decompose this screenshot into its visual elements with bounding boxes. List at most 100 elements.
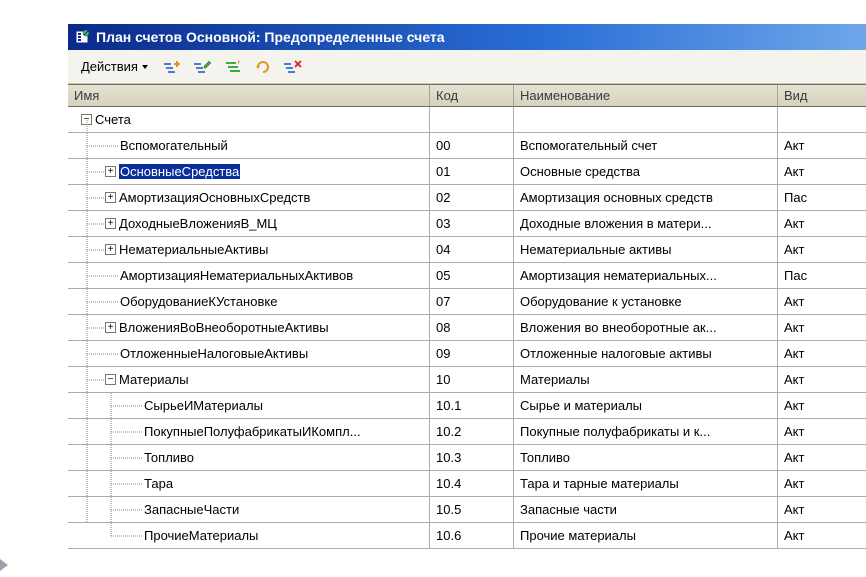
cell-desc: Запасные части	[514, 497, 778, 522]
expand-icon[interactable]: +	[105, 192, 116, 203]
table-row[interactable]: +ДоходныеВложенияВ_МЦ03Доходные вложения…	[68, 211, 866, 237]
cell-type: Акт	[778, 211, 866, 236]
cell-name: +НематериальныеАктивы	[68, 237, 430, 262]
cell-desc: Вспомогательный счет	[514, 133, 778, 158]
table-row[interactable]: АмортизацияНематериальныхАктивов05Аморти…	[68, 263, 866, 289]
collapse-icon[interactable]: −	[105, 374, 116, 385]
table-row[interactable]: −Материалы10МатериалыАкт	[68, 367, 866, 393]
cell-name: −Материалы	[68, 367, 430, 392]
tree-node-label[interactable]: Тара	[144, 476, 173, 491]
tree-node-label[interactable]: ДоходныеВложенияВ_МЦ	[119, 216, 277, 231]
expand-icon[interactable]: +	[105, 218, 116, 229]
tree-node-label[interactable]: ОтложенныеНалоговыеАктивы	[120, 346, 308, 361]
cell-desc: Материалы	[514, 367, 778, 392]
cell-code: 03	[430, 211, 514, 236]
cell-desc: Тара и тарные материалы	[514, 471, 778, 496]
titlebar: План счетов Основной: Предопределенные с…	[68, 24, 866, 50]
tree-node-label[interactable]: НематериальныеАктивы	[119, 242, 268, 257]
cell-name: Топливо	[68, 445, 430, 470]
expand-icon[interactable]: +	[105, 244, 116, 255]
cell-desc: Основные средства	[514, 159, 778, 184]
expand-icon[interactable]: +	[105, 166, 116, 177]
table-row[interactable]: СырьеИМатериалы10.1Сырье и материалыАкт	[68, 393, 866, 419]
cell-type: Акт	[778, 393, 866, 418]
cell-name: +ВложенияВоВнеоборотныеАктивы	[68, 315, 430, 340]
collapse-icon[interactable]: −	[81, 114, 92, 125]
table-row[interactable]: +НематериальныеАктивы04Нематериальные ак…	[68, 237, 866, 263]
tree-node-label[interactable]: Счета	[95, 112, 131, 127]
cell-code: 10	[430, 367, 514, 392]
table-row[interactable]: +АмортизацияОсновныхСредств02Амортизация…	[68, 185, 866, 211]
table-row[interactable]: ПокупныеПолуфабрикатыИКомпл...10.2Покупн…	[68, 419, 866, 445]
cell-name: ЗапасныеЧасти	[68, 497, 430, 522]
grid-body: −СчетаВспомогательный00Вспомогательный с…	[68, 107, 866, 549]
window-title: План счетов Основной: Предопределенные с…	[96, 29, 445, 45]
table-row[interactable]: ЗапасныеЧасти10.5Запасные частиАкт	[68, 497, 866, 523]
tree-node-label[interactable]: ВложенияВоВнеоборотныеАктивы	[119, 320, 329, 335]
tree-node-label[interactable]: Материалы	[119, 372, 189, 387]
refresh-icon[interactable]	[251, 55, 275, 79]
add-item-icon[interactable]	[161, 55, 185, 79]
table-row[interactable]: ОтложенныеНалоговыеАктивы09Отложенные на…	[68, 341, 866, 367]
tree-node-label[interactable]: Вспомогательный	[120, 138, 228, 153]
table-row[interactable]: −Счета	[68, 107, 866, 133]
add-group-icon[interactable]	[221, 55, 245, 79]
cell-type: Акт	[778, 289, 866, 314]
cell-type: Акт	[778, 367, 866, 392]
tree-node-label[interactable]: ПрочиеМатериалы	[144, 528, 258, 543]
cell-desc: Топливо	[514, 445, 778, 470]
cell-desc: Прочие материалы	[514, 523, 778, 548]
cell-name: +ОсновныеСредства	[68, 159, 430, 184]
cell-desc: Вложения во внеоборотные ак...	[514, 315, 778, 340]
chevron-down-icon	[142, 65, 148, 69]
cell-code: 09	[430, 341, 514, 366]
actions-label: Действия	[81, 59, 138, 74]
decorative-arrow-icon	[0, 559, 8, 571]
column-header-name[interactable]: Имя	[68, 85, 430, 106]
expand-icon[interactable]: +	[105, 322, 116, 333]
cell-name: −Счета	[68, 107, 430, 132]
tree-node-label[interactable]: АмортизацияОсновныхСредств	[119, 190, 310, 205]
column-header-type[interactable]: Вид	[778, 85, 866, 106]
column-header-code[interactable]: Код	[430, 85, 514, 106]
column-header-desc[interactable]: Наименование	[514, 85, 778, 106]
table-row[interactable]: Вспомогательный00Вспомогательный счетАкт	[68, 133, 866, 159]
table-row[interactable]: ПрочиеМатериалы10.6Прочие материалыАкт	[68, 523, 866, 549]
tree-node-label[interactable]: ЗапасныеЧасти	[144, 502, 239, 517]
table-row[interactable]: +ОсновныеСредства01Основные средстваАкт	[68, 159, 866, 185]
table-row[interactable]: Топливо10.3ТопливоАкт	[68, 445, 866, 471]
tree-node-label[interactable]: АмортизацияНематериальныхАктивов	[120, 268, 353, 283]
cell-name: +АмортизацияОсновныхСредств	[68, 185, 430, 210]
cell-type: Акт	[778, 315, 866, 340]
cell-code: 01	[430, 159, 514, 184]
table-row[interactable]: ОборудованиеКУстановке07Оборудование к у…	[68, 289, 866, 315]
cell-type: Акт	[778, 497, 866, 522]
cell-name: АмортизацияНематериальныхАктивов	[68, 263, 430, 288]
cell-code: 05	[430, 263, 514, 288]
tree-node-label[interactable]: ПокупныеПолуфабрикатыИКомпл...	[144, 424, 361, 439]
cell-code: 10.1	[430, 393, 514, 418]
tree-node-label[interactable]: ОборудованиеКУстановке	[120, 294, 277, 309]
cell-name: ОборудованиеКУстановке	[68, 289, 430, 314]
cell-type: Акт	[778, 341, 866, 366]
actions-dropdown[interactable]: Действия	[74, 56, 155, 77]
cell-desc	[514, 107, 778, 132]
cell-type: Акт	[778, 523, 866, 548]
delete-item-icon[interactable]	[281, 55, 305, 79]
tree-node-label[interactable]: Топливо	[144, 450, 194, 465]
cell-code: 08	[430, 315, 514, 340]
toolbar: Действия	[68, 50, 866, 84]
table-row[interactable]: Тара10.4Тара и тарные материалыАкт	[68, 471, 866, 497]
cell-type: Акт	[778, 159, 866, 184]
table-row[interactable]: +ВложенияВоВнеоборотныеАктивы08Вложения …	[68, 315, 866, 341]
cell-code: 04	[430, 237, 514, 262]
cell-name: +ДоходныеВложенияВ_МЦ	[68, 211, 430, 236]
cell-desc: Амортизация основных средств	[514, 185, 778, 210]
cell-code: 00	[430, 133, 514, 158]
edit-item-icon[interactable]	[191, 55, 215, 79]
tree-node-label[interactable]: СырьеИМатериалы	[144, 398, 263, 413]
cell-desc: Доходные вложения в матери...	[514, 211, 778, 236]
cell-code: 02	[430, 185, 514, 210]
app-icon	[74, 29, 90, 45]
tree-node-label[interactable]: ОсновныеСредства	[119, 164, 240, 179]
